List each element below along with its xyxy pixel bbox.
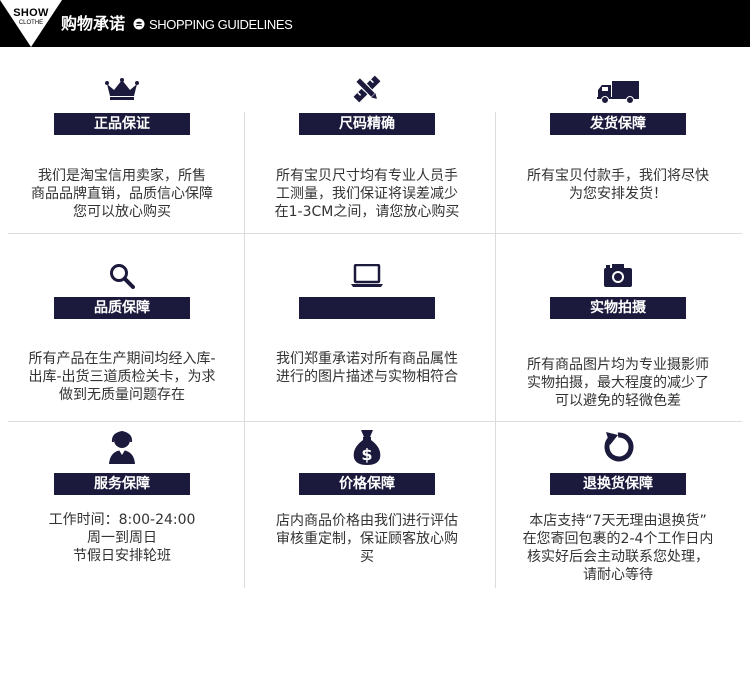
guarantee-cell-authentic: 正品保证 我们是淘宝信用卖家，所售 商品品牌直销，品质信心保障 您可以放心购买 <box>0 70 244 230</box>
guarantee-label: 尺码精确 <box>299 113 435 135</box>
guarantee-description: 所有宝贝尺寸均有专业人员手 工测量，我们保证将误差减少 在1-3CM之间，请您放… <box>245 167 489 221</box>
camera-icon <box>604 264 632 287</box>
guarantee-description: 我们是淘宝信用卖家，所售 商品品牌直销，品质信心保障 您可以放心购买 <box>0 167 244 221</box>
guarantee-label: 价格保障 <box>299 473 435 495</box>
description-line: 本店支持“7天无理由退换货” <box>529 513 707 529</box>
guarantee-cell-quality: 品质保障 所有产品在生产期间均经入库- 出库-出货三道质检关卡，为求 做到无质量… <box>0 255 244 415</box>
description-line: 节假日安排轮班 <box>73 548 171 564</box>
ruler-pencil-icon <box>353 75 381 103</box>
truck-icon <box>597 81 639 104</box>
logo-text-bottom: CLOTHE <box>18 20 44 26</box>
description-line: 进行的图片描述与实物相符合 <box>276 369 458 385</box>
description-line: 在1-3CM之间，请您放心购买 <box>274 204 460 220</box>
guarantee-label: 发货保障 <box>550 113 686 135</box>
guarantee-description: 本店支持“7天无理由退换货” 在您寄回包裹的2-4个工作日内 核实好后会主动联系… <box>496 512 740 584</box>
description-line: 可以避免的轻微色差 <box>555 393 681 409</box>
page-title: 购物承诺 <box>61 14 126 33</box>
return-arrow-icon <box>604 432 634 462</box>
description-line: 店内商品价格由我们进行评估 <box>276 513 458 529</box>
guarantee-description: 我们郑重承诺对所有商品属性 进行的图片描述与实物相符合 <box>245 350 489 386</box>
description-line: 出库-出货三道质检关卡，为求 <box>28 369 216 385</box>
magnifier-icon <box>110 264 135 289</box>
money-bag-icon: $ <box>353 430 381 465</box>
guarantee-cell-price: $ 价格保障 店内商品价格由我们进行评估 审核重定制，保证顾客放心购 买 <box>245 428 489 588</box>
laptop-icon <box>351 264 383 287</box>
guarantee-cell-service: 服务保障 工作时间：8:00-24:00 周一到周日 节假日安排轮班 <box>0 428 244 588</box>
description-line: 所有宝贝付款手，我们将尽快 <box>527 168 709 184</box>
guarantee-cell-returns: 退换货保障 本店支持“7天无理由退换货” 在您寄回包裹的2-4个工作日内 核实好… <box>496 428 740 588</box>
guarantee-cell-description: 我们郑重承诺对所有商品属性 进行的图片描述与实物相符合 <box>245 255 489 415</box>
guarantee-cell-shipping: 发货保障 所有宝贝付款手，我们将尽快 为您安排发货！ <box>496 70 740 230</box>
description-line: 为您安排发货！ <box>569 186 667 202</box>
header-bar: SHOW CLOTHE 购物承诺 SHOPPING GUIDELINES <box>0 0 750 47</box>
description-line: 在您寄回包裹的2-4个工作日内 <box>522 531 714 547</box>
guarantee-description: 店内商品价格由我们进行评估 审核重定制，保证顾客放心购 买 <box>245 512 489 566</box>
description-line: 核实好后会主动联系您处理， <box>527 549 709 565</box>
description-line: 工作时间：8:00-24:00 <box>48 512 196 528</box>
description-line: 我们是淘宝信用卖家，所售 <box>38 168 206 184</box>
brand-logo: SHOW CLOTHE <box>0 0 62 47</box>
row-divider <box>8 233 742 234</box>
crown-icon <box>105 78 139 100</box>
guarantee-cell-photos: 实物拍摄 所有商品图片均为专业摄影师 实物拍摄，最大程度的减少了 可以避免的轻微… <box>496 255 740 415</box>
description-line: 所有宝贝尺寸均有专业人员手 <box>276 168 458 184</box>
guarantee-label: 正品保证 <box>54 113 190 135</box>
svg-text:$: $ <box>361 445 372 464</box>
description-line: 做到无质量问题存在 <box>59 387 185 403</box>
guarantee-description: 所有产品在生产期间均经入库- 出库-出货三道质检关卡，为求 做到无质量问题存在 <box>0 350 244 404</box>
guarantee-description: 所有商品图片均为专业摄影师 实物拍摄，最大程度的减少了 可以避免的轻微色差 <box>496 356 740 410</box>
guarantee-label: 服务保障 <box>54 473 190 495</box>
description-line: 买 <box>360 549 374 565</box>
guarantee-label <box>299 297 435 319</box>
guarantee-label: 实物拍摄 <box>550 297 686 319</box>
row-divider <box>8 421 742 422</box>
guarantee-label: 退换货保障 <box>550 473 686 495</box>
description-line: 所有商品图片均为专业摄影师 <box>527 357 709 373</box>
description-line: 请耐心等待 <box>583 567 653 583</box>
description-line: 您可以放心购买 <box>73 204 171 220</box>
guarantee-cell-size: 尺码精确 所有宝贝尺寸均有专业人员手 工测量，我们保证将误差减少 在1-3CM之… <box>245 70 489 230</box>
guarantee-description: 工作时间：8:00-24:00 周一到周日 节假日安排轮班 <box>0 511 244 565</box>
guarantee-description: 所有宝贝付款手，我们将尽快 为您安排发货！ <box>496 167 740 203</box>
description-line: 审核重定制，保证顾客放心购 <box>276 531 458 547</box>
description-line: 商品品牌直销，品质信心保障 <box>31 186 213 202</box>
globe-icon <box>133 18 145 30</box>
description-line: 实物拍摄，最大程度的减少了 <box>527 375 709 391</box>
page-subtitle: SHOPPING GUIDELINES <box>149 17 293 32</box>
customer-service-icon <box>109 430 135 464</box>
guarantee-label: 品质保障 <box>54 297 190 319</box>
description-line: 所有产品在生产期间均经入库- <box>28 351 216 367</box>
description-line: 工测量，我们保证将误差减少 <box>276 186 458 202</box>
description-line: 我们郑重承诺对所有商品属性 <box>276 351 458 367</box>
description-line: 周一到周日 <box>87 530 157 546</box>
logo-text-top: SHOW <box>13 7 49 19</box>
